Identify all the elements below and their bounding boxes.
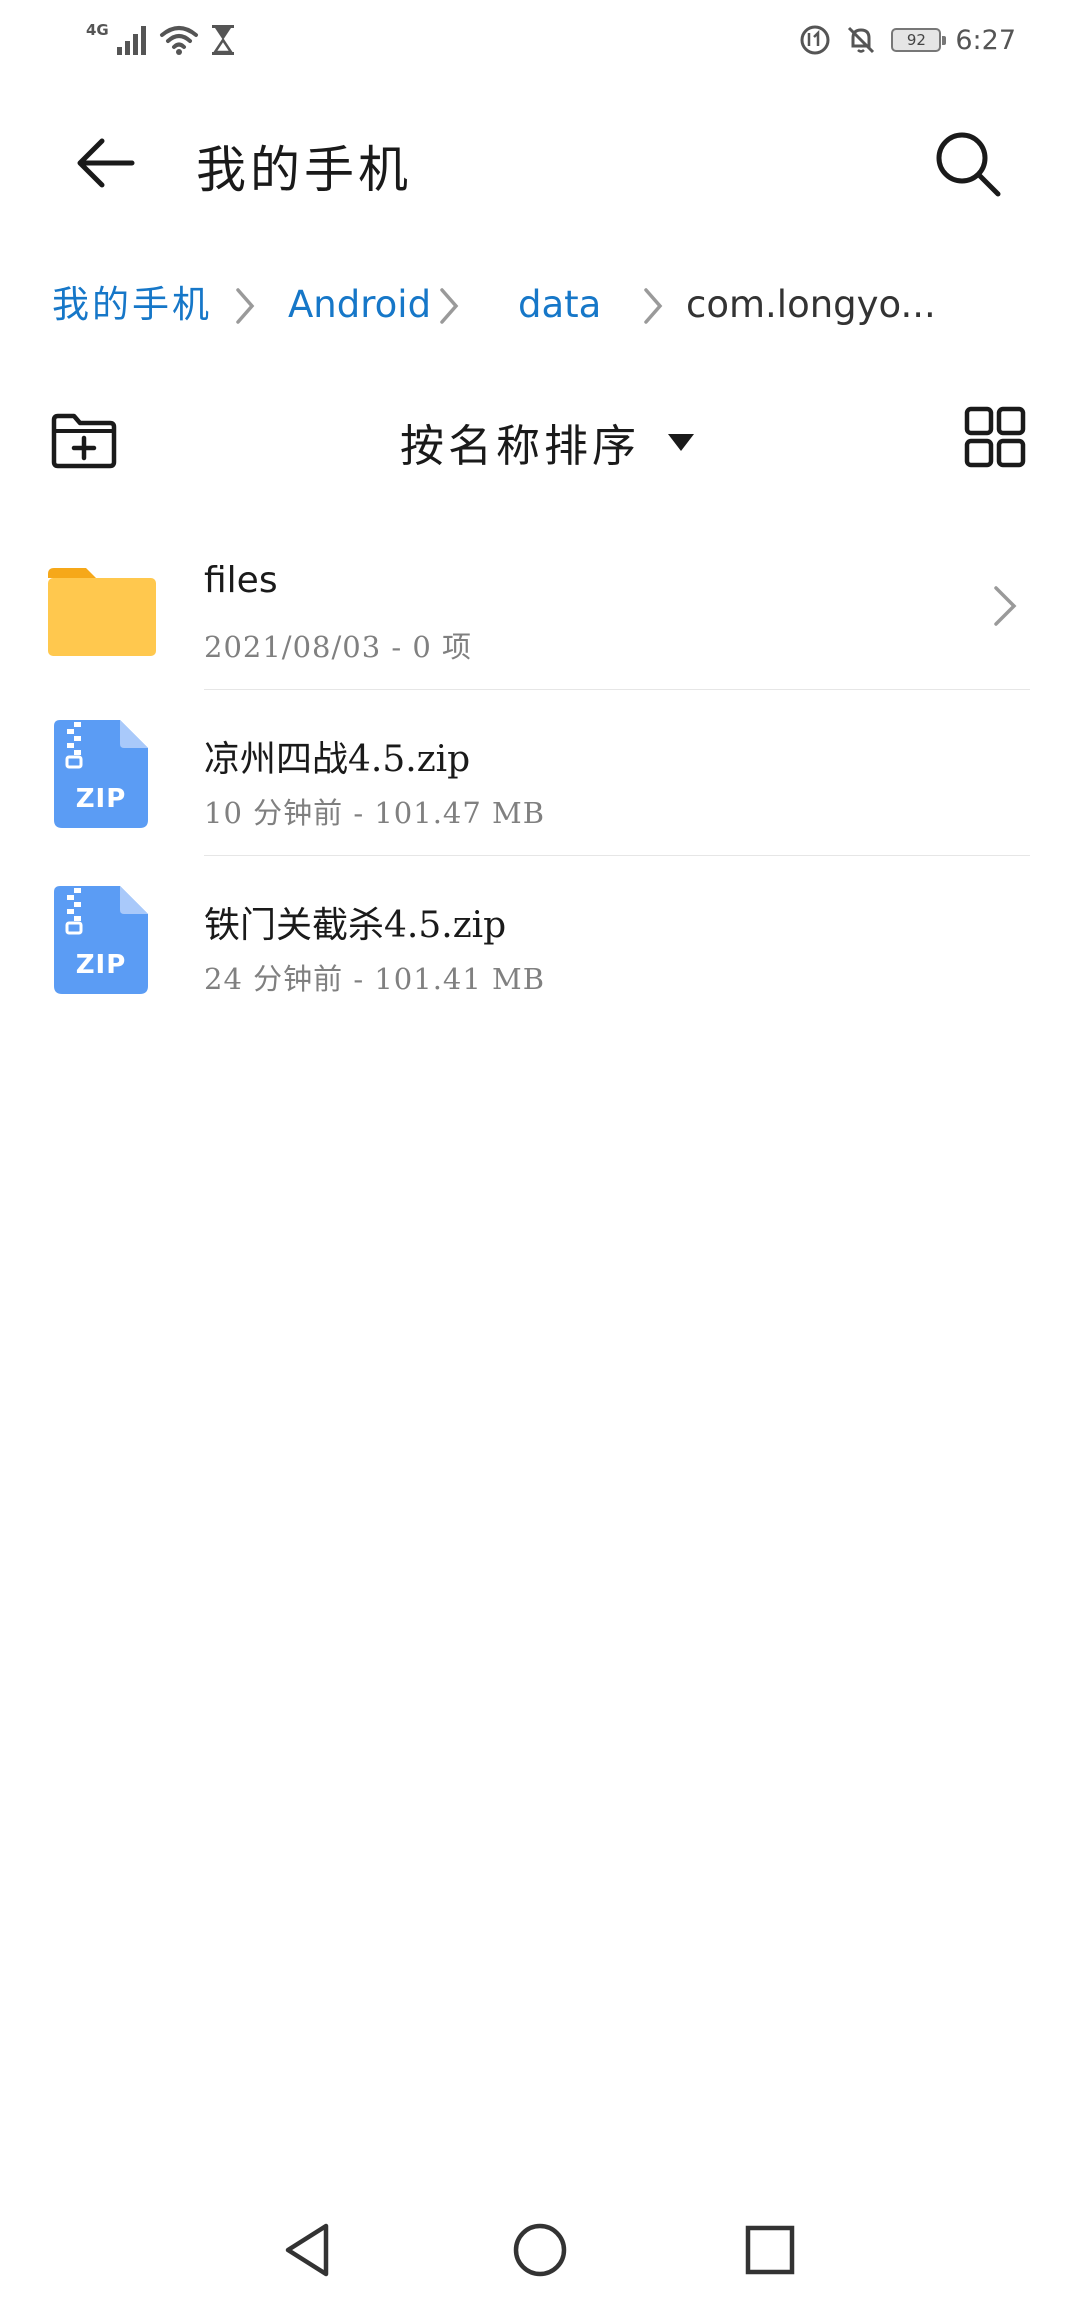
status-right-group: 92 6:27 [799, 18, 1016, 62]
search-icon[interactable] [930, 126, 1006, 202]
file-meta: 10 分钟前 - 101.47 MB [204, 796, 546, 830]
status-time: 6:27 [955, 24, 1016, 56]
page-title: 我的手机 [196, 141, 412, 199]
list-item-folder-files[interactable]: files 2021/08/03 - 0 项 [0, 524, 1080, 690]
new-folder-icon[interactable] [50, 412, 118, 470]
zip-file-icon: ZIP [54, 886, 148, 994]
sort-label: 按名称排序 [400, 421, 640, 472]
zip-file-icon: ZIP [54, 720, 148, 828]
chevron-right-icon [994, 586, 1017, 626]
mute-bell-icon [848, 26, 875, 54]
chevron-right-icon [440, 288, 459, 324]
data-saver-icon [800, 25, 830, 55]
breadcrumb-item-data[interactable]: data [518, 280, 601, 330]
file-meta: 24 分钟前 - 101.41 MB [204, 962, 546, 996]
file-name: 凉州四战4.5.zip [204, 739, 471, 780]
breadcrumb-item-my-phone[interactable]: 我的手机 [52, 280, 212, 330]
breadcrumb-item-current: com.longyo... [686, 283, 936, 326]
breadcrumb: 我的手机 Android data com.longyo... [0, 270, 1080, 340]
network-type-label: 4G [86, 20, 109, 39]
caret-down-icon [668, 434, 694, 451]
battery-indicator: 92 [891, 28, 947, 52]
battery-level-text: 92 [906, 31, 926, 49]
list-item-zip-file[interactable]: ZIP 铁门关截杀4.5.zip 24 分钟前 - 101.41 MB [0, 856, 1080, 1022]
wifi-icon [159, 26, 198, 55]
status-bar: 4G 92 6:27 [0, 0, 1080, 80]
back-arrow-icon[interactable] [72, 128, 142, 198]
file-meta: 2021/08/03 - 0 项 [204, 630, 473, 664]
nav-home-icon[interactable] [512, 2222, 568, 2278]
list-item-zip-file[interactable]: ZIP 凉州四战4.5.zip 10 分钟前 - 101.47 MB [0, 690, 1080, 856]
breadcrumb-item-android[interactable]: Android [288, 280, 431, 330]
chevron-right-icon [236, 288, 255, 324]
zip-icon-label: ZIP [75, 950, 127, 980]
file-name: 铁门关截杀4.5.zip [204, 905, 507, 946]
system-nav-bar [0, 2200, 1080, 2312]
hourglass-icon [211, 25, 234, 55]
chevron-right-icon [644, 288, 663, 324]
status-left-group: 4G [86, 18, 237, 62]
folder-icon [48, 568, 156, 656]
zip-icon-label: ZIP [75, 784, 127, 814]
sort-dropdown[interactable]: 按名称排序 [400, 410, 696, 474]
nav-recents-icon[interactable] [744, 2224, 796, 2276]
grid-view-icon[interactable] [964, 406, 1026, 468]
file-name: files [204, 560, 278, 601]
signal-icon [116, 26, 146, 55]
nav-back-icon[interactable] [282, 2222, 334, 2278]
